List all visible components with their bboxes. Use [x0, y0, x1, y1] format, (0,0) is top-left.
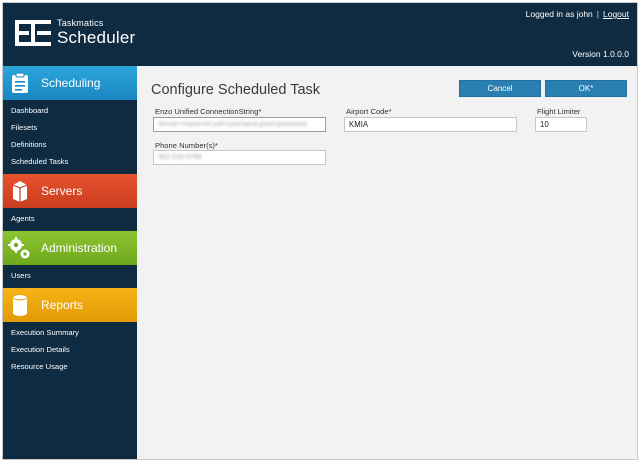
- sidebar-item-filesets[interactable]: Filesets: [3, 119, 137, 136]
- brand-big-text: Scheduler: [57, 28, 136, 47]
- airport-code-input[interactable]: KMIA: [344, 117, 517, 132]
- taskmatics-logo-icon: [15, 19, 51, 46]
- flight-limiter-label: Flight Limiter: [537, 107, 581, 116]
- section-title-servers: Servers: [41, 184, 83, 198]
- user-area: Logged in as john | Logout: [526, 9, 629, 19]
- sidebar-item-execution-summary[interactable]: Execution Summary: [3, 324, 137, 341]
- logged-in-text: Logged in as john: [525, 9, 593, 19]
- phone-number-input[interactable]: 352-518-5788: [153, 150, 326, 165]
- gears-icon: [7, 235, 33, 261]
- flight-limiter-input[interactable]: 10: [535, 117, 587, 132]
- logo: Taskmatics Scheduler: [15, 19, 135, 46]
- sidebar-item-definitions[interactable]: Definitions: [3, 136, 137, 153]
- airport-code-value: KMIA: [349, 120, 369, 129]
- brand-small-text: Taskmatics: [57, 18, 104, 28]
- sidebar-item-execution-details[interactable]: Execution Details: [3, 341, 137, 358]
- database-icon: [7, 292, 33, 318]
- flight-limiter-value: 10: [540, 120, 549, 129]
- connection-string-label: Enzo Unified ConnectionString*: [155, 107, 262, 116]
- ok-button[interactable]: OK*: [545, 80, 627, 97]
- clipboard-icon: [7, 70, 33, 96]
- phone-number-value: 352-518-5788: [158, 154, 202, 161]
- sidebar-section-servers[interactable]: Servers: [3, 174, 137, 208]
- top-header: Taskmatics Scheduler Logged in as john |…: [3, 3, 637, 66]
- sidebar-item-users[interactable]: Users: [3, 267, 137, 284]
- server-icon: [7, 178, 33, 204]
- page-title: Configure Scheduled Task: [151, 82, 321, 98]
- section-title-administration: Administration: [41, 241, 118, 255]
- section-title-scheduling: Scheduling: [41, 76, 101, 90]
- sidebar-item-resource-usage[interactable]: Resource Usage: [3, 358, 137, 375]
- cancel-button[interactable]: Cancel: [459, 80, 541, 97]
- airport-code-label: Airport Code*: [346, 107, 392, 116]
- version-text: Version 1.0.0.0: [572, 49, 629, 59]
- app-window: Taskmatics Scheduler Logged in as john |…: [2, 2, 638, 460]
- separator: |: [596, 9, 599, 19]
- sidebar-item-dashboard[interactable]: Dashboard: [3, 102, 137, 119]
- sidebar-item-agents[interactable]: Agents: [3, 210, 137, 227]
- section-title-reports: Reports: [41, 298, 84, 312]
- sidebar: Scheduling Dashboard Filesets Definition…: [3, 66, 137, 459]
- logout-link[interactable]: Logout: [603, 9, 629, 19]
- main-content: Configure Scheduled Task Cancel OK* Enzo…: [137, 66, 637, 459]
- sidebar-section-administration[interactable]: Administration: [3, 231, 137, 265]
- sidebar-item-scheduled-tasks[interactable]: Scheduled Tasks: [3, 153, 137, 170]
- connection-string-value: Server=myserver;uid=username;pwd=passwor…: [158, 121, 307, 128]
- sidebar-section-scheduling[interactable]: Scheduling: [3, 66, 137, 100]
- sidebar-section-reports[interactable]: Reports: [3, 288, 137, 322]
- connection-string-input[interactable]: Server=myserver;uid=username;pwd=passwor…: [153, 117, 326, 132]
- phone-number-label: Phone Number(s)*: [155, 141, 218, 150]
